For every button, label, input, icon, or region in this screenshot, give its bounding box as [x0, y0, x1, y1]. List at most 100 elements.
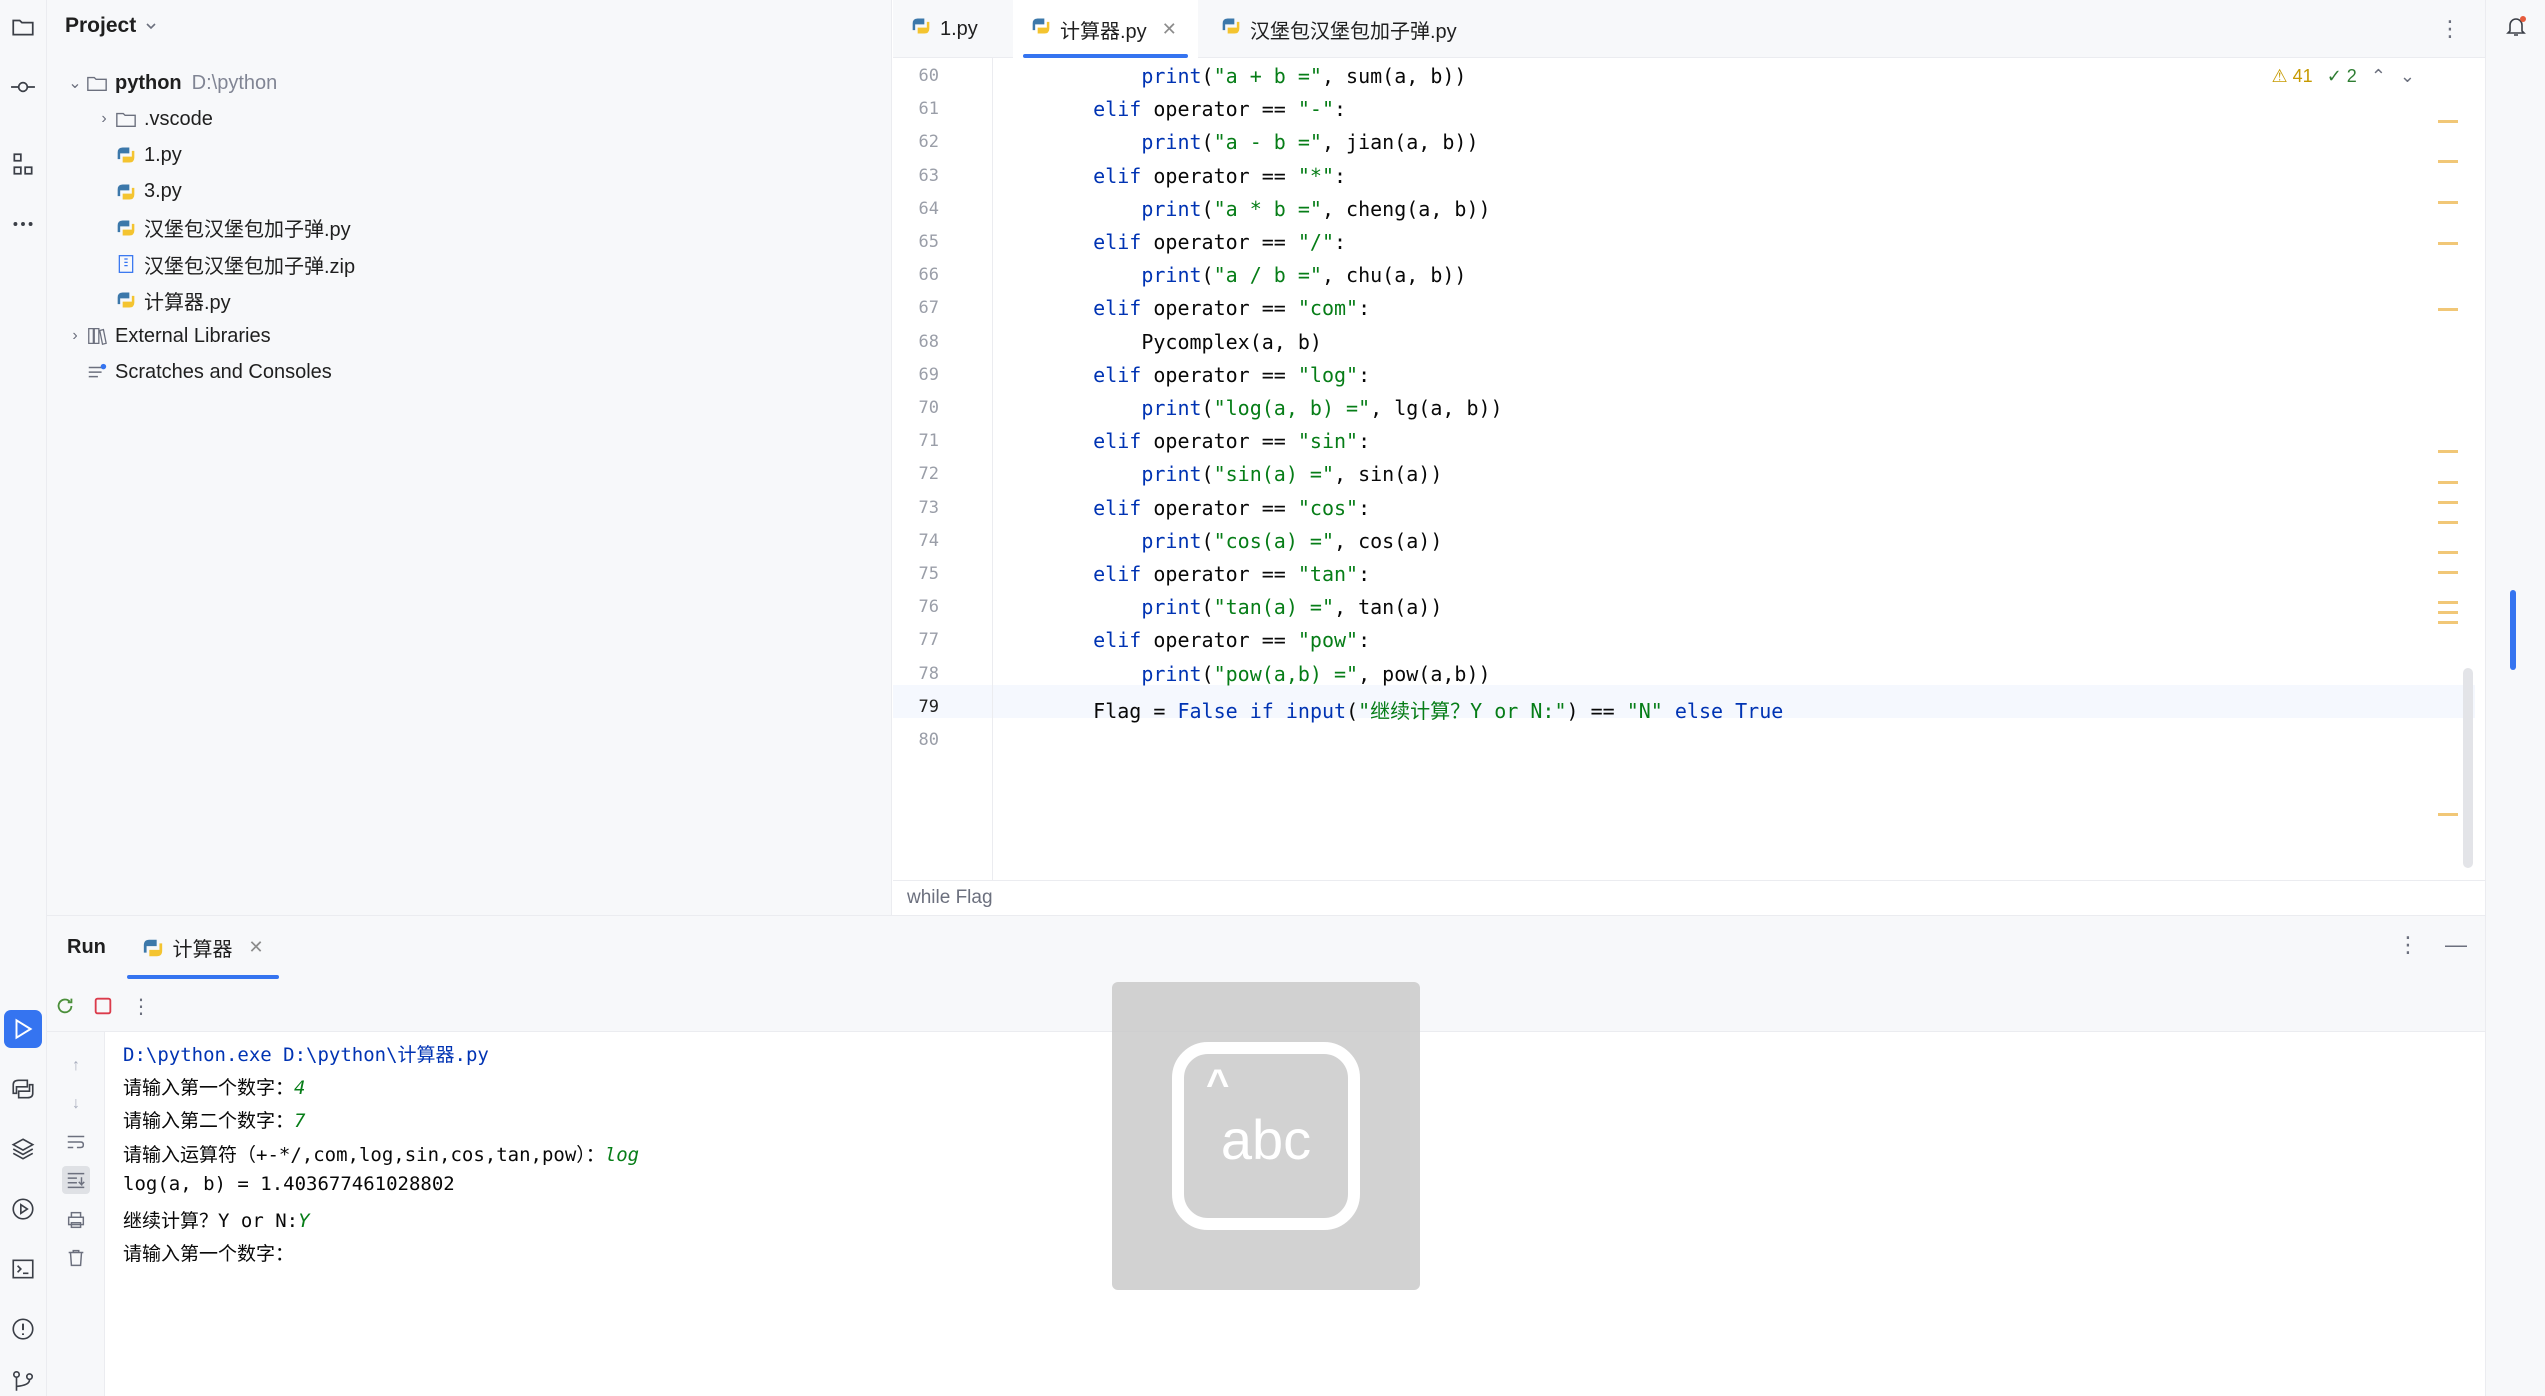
breadcrumb[interactable]: while Flag [893, 880, 2485, 915]
run-options-icon[interactable]: ⋮ [2397, 932, 2419, 958]
tree-item[interactable]: 计算器.py [94, 283, 231, 317]
editor-scrollbar[interactable] [2463, 668, 2473, 868]
run-tool-button[interactable] [4, 1010, 42, 1048]
terminal-button[interactable] [4, 1250, 42, 1288]
print-button[interactable] [62, 1206, 90, 1234]
code-line[interactable]: elif operator == "*": [1045, 164, 1346, 188]
line-number: 67 [918, 298, 939, 319]
code-line[interactable]: elif operator == "pow": [1045, 628, 1370, 652]
notifications-button[interactable] [2504, 14, 2528, 43]
code-line[interactable]: elif operator == "com": [1045, 296, 1370, 320]
tree-item[interactable]: 3.py [94, 175, 182, 209]
chevron-right-icon[interactable]: › [65, 327, 85, 345]
console-line: D:\python.exe D:\python\计算器.py [123, 1044, 489, 1066]
weak-warning-count[interactable]: ✓ 2 [2327, 66, 2357, 87]
git-button[interactable] [4, 1362, 42, 1396]
line-number: 61 [918, 99, 939, 120]
problems-button[interactable] [4, 1310, 42, 1348]
line-number: 71 [918, 431, 939, 452]
close-icon[interactable]: ✕ [248, 937, 263, 958]
clear-button[interactable] [62, 1244, 90, 1272]
close-icon[interactable]: ✕ [1162, 19, 1177, 40]
code-line[interactable]: Flag = False if input("继续计算？Y or N:") ==… [1045, 695, 1783, 724]
code-line[interactable]: elif operator == "sin": [1045, 429, 1370, 453]
line-number: 76 [918, 597, 939, 618]
code-line[interactable]: print("tan(a) =", tan(a)) [1045, 595, 1442, 619]
tree-item-label: 1.py [144, 143, 182, 166]
services-icon [12, 1198, 34, 1220]
python-file-icon [1221, 16, 1241, 42]
warning-count[interactable]: ⚠ 41 [2272, 66, 2313, 87]
line-number: 72 [918, 464, 939, 485]
code-line[interactable]: elif operator == "/": [1045, 230, 1346, 254]
code-line[interactable]: elif operator == "tan": [1045, 562, 1370, 586]
line-number: 74 [918, 530, 939, 551]
keyboard-icon: ^ abc [1172, 1042, 1360, 1230]
structure-tool-button[interactable] [4, 145, 42, 183]
tabs-more-icon[interactable]: ⋮ [2439, 16, 2461, 42]
breadcrumb-item[interactable]: while Flag [907, 887, 993, 908]
editor-tab[interactable]: 1.py [893, 0, 1005, 58]
line-number: 65 [918, 232, 939, 252]
code-line[interactable]: print("a * b =", cheng(a, b)) [1045, 197, 1490, 221]
inspection-widget[interactable]: ⚠ 41 ✓ 2 ⌃ ⌄ [2272, 66, 2415, 87]
code-line[interactable]: print("cos(a) =", cos(a)) [1045, 529, 1442, 553]
rerun-button[interactable] [51, 992, 79, 1020]
tree-item-label: 汉堡包汉堡包加子弹.zip [144, 255, 356, 278]
code-line[interactable]: print("sin(a) =", sin(a)) [1045, 462, 1442, 486]
code-line[interactable]: elif operator == "cos": [1045, 496, 1370, 520]
tree-item[interactable]: 汉堡包汉堡包加子弹.zip [94, 247, 355, 281]
tree-item[interactable]: › .vscode [94, 102, 213, 136]
tree-item[interactable]: 1.py [94, 138, 182, 172]
code-line[interactable]: print("pow(a,b) =", pow(a,b)) [1045, 662, 1490, 686]
editor-tabs: 1.py 计算器.py ✕ 汉堡包汉堡包加子弹.py ⋮ [893, 0, 2485, 58]
up-arrow-icon[interactable]: ↑ [62, 1052, 90, 1080]
code-line[interactable]: elif operator == "log": [1045, 363, 1370, 387]
commit-tool-button[interactable] [4, 68, 42, 106]
editor-tab[interactable]: 计算器.py ✕ [1013, 0, 1198, 58]
code-line[interactable]: print("a / b =", chu(a, b)) [1045, 263, 1466, 287]
scroll-to-end-button[interactable] [62, 1166, 90, 1194]
more-options-icon[interactable]: ⋮ [127, 992, 155, 1020]
code-line[interactable]: print("a - b =", jian(a, b)) [1045, 130, 1478, 154]
line-number: 63 [918, 165, 939, 186]
stop-button[interactable] [89, 992, 117, 1020]
folder-icon [114, 107, 138, 131]
minimize-icon[interactable]: — [2445, 932, 2467, 958]
packages-button[interactable] [4, 1130, 42, 1168]
previous-highlight-icon[interactable]: ⌃ [2371, 66, 2386, 87]
chevron-right-icon[interactable]: › [94, 110, 114, 128]
code-line[interactable]: elif operator == "-": [1045, 97, 1346, 121]
services-button[interactable] [4, 1190, 42, 1228]
python-file-icon [144, 939, 163, 956]
more-tools-button[interactable] [4, 205, 42, 243]
tree-item-label: Scratches and Consoles [115, 361, 332, 384]
tree-item[interactable]: Scratches and Consoles [65, 356, 332, 390]
tree-item-label: 计算器.py [144, 291, 231, 314]
tree-item[interactable]: 汉堡包汉堡包加子弹.py [94, 211, 351, 245]
soft-wrap-button[interactable] [62, 1128, 90, 1156]
run-panel-header: Run 计算器 ✕ ⋮ — [47, 916, 2485, 979]
tree-item[interactable]: ⌄ python D:\python [65, 66, 277, 100]
project-header[interactable]: Project [65, 14, 158, 38]
code-line[interactable]: Pycomplex(a, b) [1045, 330, 1322, 354]
run-config-tab[interactable]: 计算器 ✕ [127, 916, 279, 979]
project-title: Project [65, 14, 137, 37]
run-icon [15, 1018, 33, 1040]
code-editor[interactable]: 60 61 62 63 64 65 66 67 68 69 70 71 72 73 74 75 76 77 78 79… [893, 58, 2485, 880]
error-stripe[interactable] [2438, 58, 2460, 880]
scroll-indicator[interactable] [2510, 590, 2516, 670]
next-highlight-icon[interactable]: ⌄ [2400, 66, 2415, 87]
editor-tab[interactable]: 汉堡包汉堡包加子弹.py [1203, 0, 1473, 58]
chevron-down-icon[interactable]: ⌄ [65, 73, 85, 93]
code-line[interactable]: print("log(a, b) =", lg(a, b)) [1045, 396, 1502, 420]
console-line: 请输入第二个数字：7 [123, 1110, 306, 1133]
python-console-button[interactable] [4, 1070, 42, 1108]
git-branch-icon [12, 1370, 34, 1391]
line-number: 64 [918, 198, 939, 219]
down-arrow-icon[interactable]: ↓ [62, 1090, 90, 1118]
project-tool-button[interactable] [4, 8, 42, 46]
python-file-icon [114, 180, 138, 204]
code-line[interactable]: print("a + b =", sum(a, b)) [1045, 64, 1466, 88]
tree-item[interactable]: › External Libraries [65, 319, 270, 353]
